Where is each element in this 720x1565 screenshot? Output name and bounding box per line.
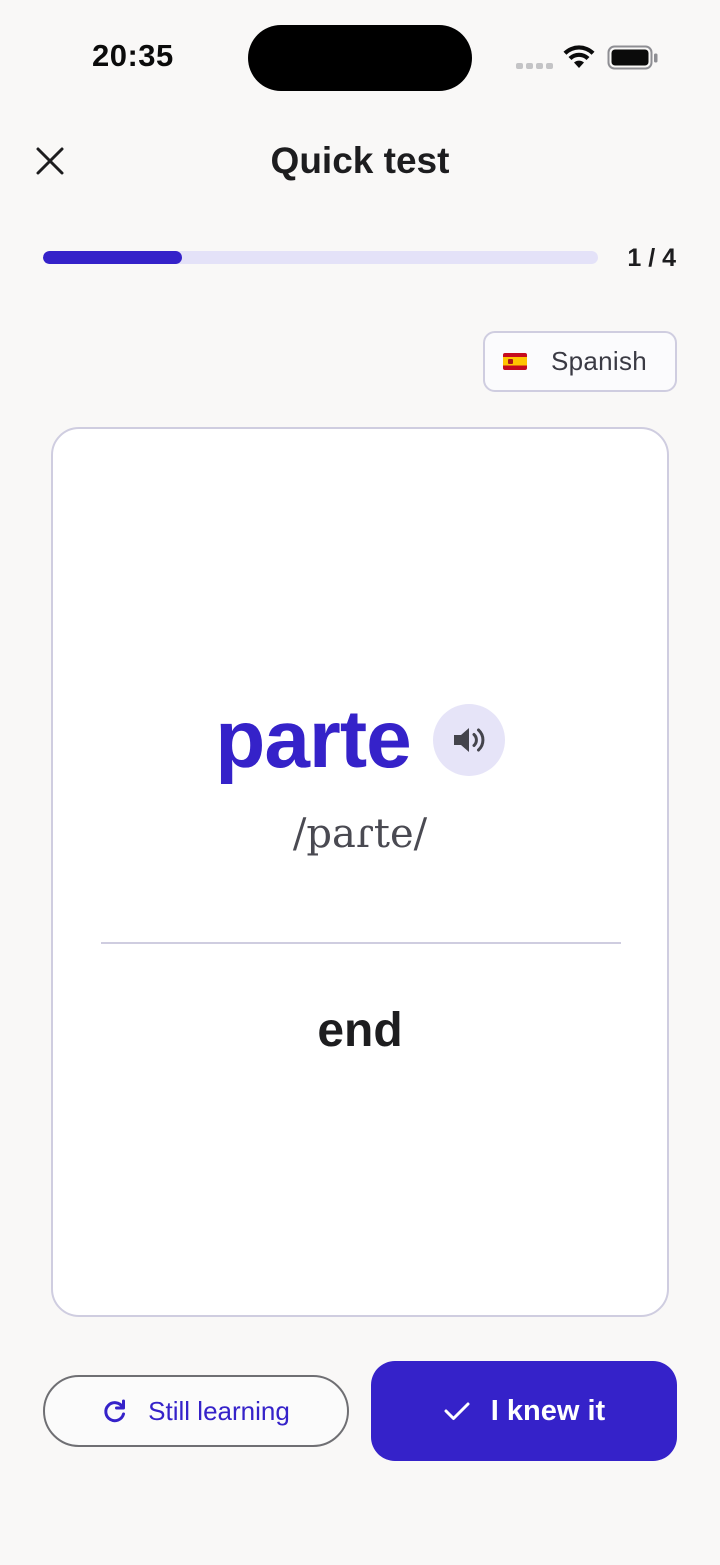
page-title: Quick test	[270, 140, 450, 181]
card-divider	[101, 942, 621, 944]
progress-bar	[43, 251, 598, 264]
still-learning-button[interactable]: Still learning	[43, 1375, 349, 1447]
flashcard-screen: 20:35 Quick test 1 / 4 Spanish parte /pa…	[0, 0, 720, 1565]
progress-fill	[43, 251, 182, 264]
checkmark-icon	[444, 1402, 470, 1420]
status-time: 20:35	[92, 38, 174, 73]
spain-flag-icon	[503, 353, 527, 370]
language-label: Spanish	[551, 346, 648, 376]
dynamic-island	[248, 25, 472, 91]
cellular-signal-icon	[516, 63, 553, 69]
language-selector[interactable]: Spanish	[483, 331, 677, 392]
speaker-icon	[453, 728, 485, 752]
knew-it-button[interactable]: I knew it	[371, 1361, 677, 1461]
pronounce-button[interactable]	[432, 704, 505, 776]
battery-icon	[607, 45, 658, 70]
progress-counter: 1 / 4	[627, 244, 676, 272]
phonetic-transcription: /paɾte/	[292, 811, 428, 857]
wifi-icon	[563, 45, 595, 68]
flashcard-word: parte	[215, 694, 412, 785]
flashcard[interactable]: parte /paɾte/ end	[51, 427, 669, 1317]
word-row: parte	[53, 699, 667, 781]
translation: end	[317, 1004, 403, 1057]
knew-it-label: I knew it	[490, 1394, 606, 1427]
refresh-icon	[104, 1399, 126, 1423]
still-learning-label: Still learning	[148, 1395, 290, 1426]
